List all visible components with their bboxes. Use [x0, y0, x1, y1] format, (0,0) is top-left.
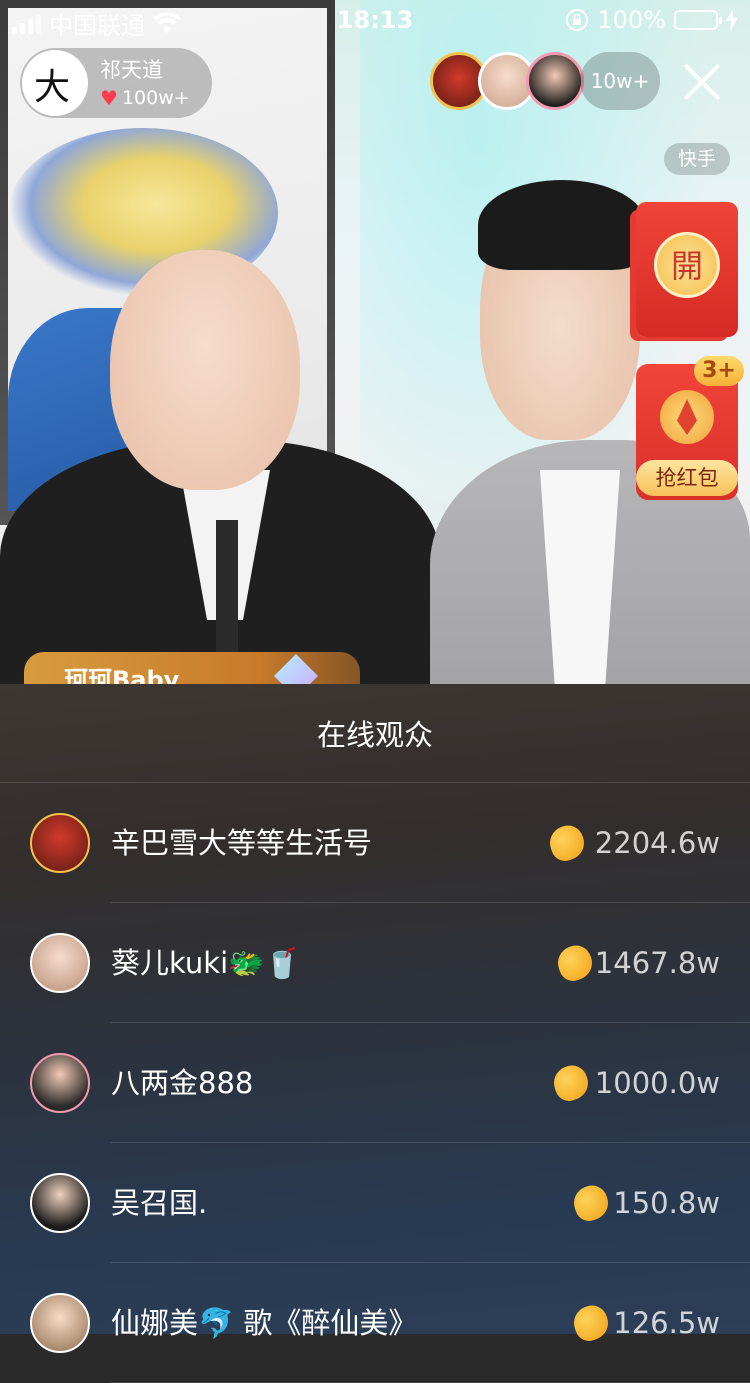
host-avatar-logo: 大道	[34, 67, 71, 108]
viewer-count[interactable]: 10w+	[580, 52, 660, 110]
audience-avatar[interactable]	[30, 1053, 90, 1113]
coin-icon	[553, 941, 597, 985]
red-packet-open[interactable]: 開	[636, 202, 738, 337]
host-likes: ♥ 100w+	[100, 86, 190, 110]
red-packet-seal: 開	[654, 232, 720, 298]
close-icon[interactable]	[678, 58, 726, 106]
audience-amount: 1467.8w	[594, 946, 720, 980]
list-item[interactable]: 葵儿kuki🐲🥤 1467.8w	[0, 903, 750, 1023]
audience-name: 八两金888	[111, 1066, 254, 1100]
grab-red-packet-label: 抢红包	[636, 460, 738, 496]
audience-name: 仙娜美🐬 歌《醉仙美》	[111, 1306, 418, 1340]
streamer-left-face	[110, 250, 300, 490]
rotation-lock-icon	[566, 9, 589, 31]
audience-avatar[interactable]	[30, 1173, 90, 1233]
red-packet-icon	[660, 390, 714, 444]
status-right: 100%	[565, 6, 738, 34]
panel-title: 在线观众	[0, 684, 750, 783]
audience-list[interactable]: 辛巴雪大等等生活号 2204.6w 葵儿kuki🐲🥤 1467.8w 八两金88…	[0, 783, 750, 1383]
audience-amount: 126.5w	[613, 1306, 720, 1340]
audience-amount: 2204.6w	[594, 826, 720, 860]
audience-name: 辛巴雪大等等生活号	[111, 826, 373, 860]
host-likes-count: 100w+	[121, 87, 190, 109]
battery-icon	[674, 10, 722, 30]
coin-icon	[569, 1181, 613, 1225]
host-avatar[interactable]: 大道	[22, 50, 88, 116]
charging-icon	[726, 9, 738, 31]
battery-percent: 100%	[597, 6, 666, 34]
coin-icon	[545, 821, 589, 865]
audience-name: 吴召国.	[111, 1186, 208, 1220]
list-item[interactable]: 吴召国. 150.8w	[0, 1143, 750, 1263]
streamer-left-tie	[216, 520, 238, 670]
coin-icon	[569, 1301, 613, 1345]
heart-icon: ♥	[100, 86, 118, 110]
list-item[interactable]: 八两金888 1000.0w	[0, 1023, 750, 1143]
audience-name: 葵儿kuki🐲🥤	[111, 946, 301, 980]
list-item[interactable]: 仙娜美🐬 歌《醉仙美》 126.5w	[0, 1263, 750, 1383]
online-audience-panel: 在线观众 辛巴雪大等等生活号 2204.6w 葵儿kuki🐲🥤 1467.8w …	[0, 684, 750, 1383]
audience-avatar[interactable]	[30, 1293, 90, 1353]
list-item[interactable]: 辛巴雪大等等生活号 2204.6w	[0, 783, 750, 903]
host-name: 祁天道	[100, 58, 163, 82]
top-viewer-avatar[interactable]	[526, 52, 584, 110]
audience-avatar[interactable]	[30, 933, 90, 993]
platform-tag: 快手	[664, 143, 730, 175]
coin-icon	[549, 1061, 593, 1105]
audience-amount: 150.8w	[613, 1186, 720, 1220]
status-bar: 中国联通 18:13 100%	[0, 0, 750, 40]
audience-avatar[interactable]	[30, 813, 90, 873]
audience-amount: 1000.0w	[594, 1066, 720, 1100]
red-packet-count-badge: 3+	[694, 356, 744, 386]
host-info[interactable]: 大道 祁天道 ♥ 100w+	[20, 48, 212, 118]
grab-red-packet[interactable]: 3+ 抢红包	[636, 356, 744, 500]
streamer-right-hair	[478, 180, 646, 270]
